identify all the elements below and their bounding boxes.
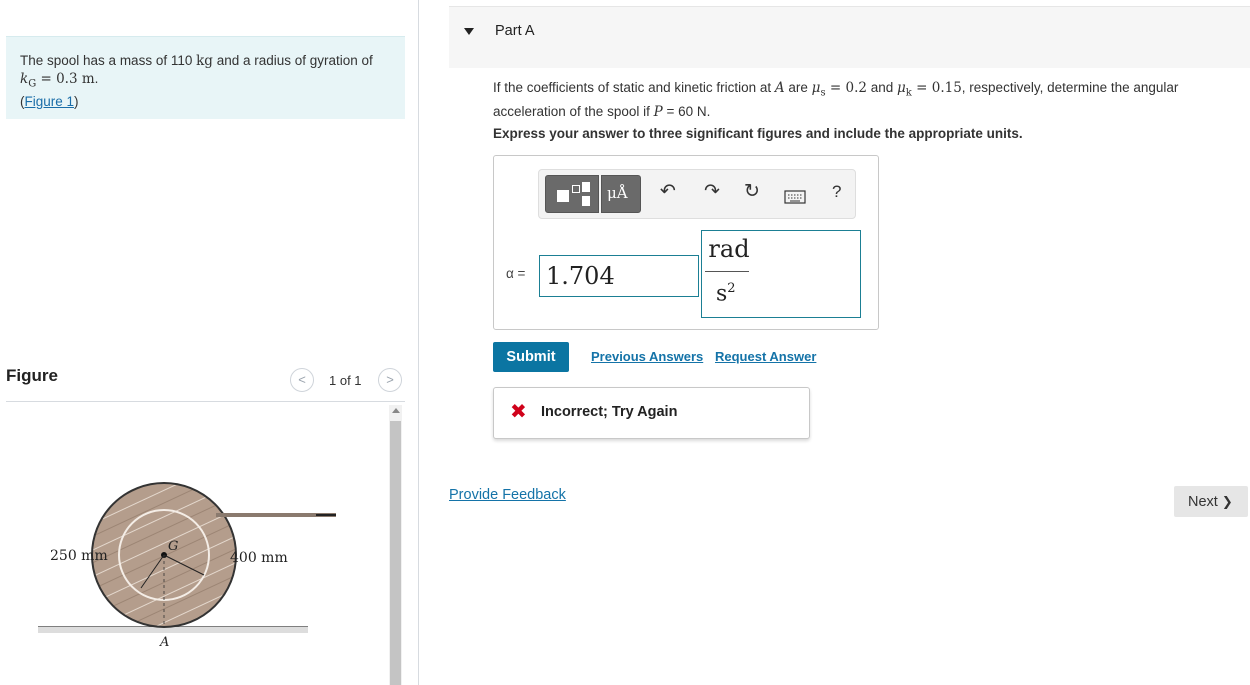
part-header[interactable]: Part A	[449, 6, 1250, 68]
ground-shade	[38, 627, 308, 633]
feedback-box: ✖ Incorrect; Try Again	[493, 387, 810, 439]
label-250mm: 250 mm	[50, 548, 108, 564]
value-input[interactable]: 1.704	[539, 255, 699, 297]
mass-unit: kg	[196, 53, 213, 69]
feedback-text: Incorrect; Try Again	[541, 404, 678, 420]
units-button[interactable]: μÅ	[601, 175, 641, 213]
incorrect-icon: ✖	[510, 401, 527, 423]
problem-text-middle: and a radius of gyration of	[212, 53, 373, 68]
scroll-up-arrow[interactable]	[392, 408, 400, 413]
unit-den-exp: 2	[727, 281, 736, 296]
mu-k-symbol: μ	[897, 80, 906, 96]
label-g: G	[168, 539, 178, 554]
next-button[interactable]: Next ❯	[1174, 486, 1248, 517]
figure-title: Figure	[6, 366, 58, 385]
q-text-2: are	[784, 80, 812, 95]
column-divider	[418, 0, 419, 685]
q-text-1: If the coefficients of static and kineti…	[493, 80, 775, 95]
unit-den-base: s	[716, 281, 728, 307]
mu-k-value: = 0.15	[911, 80, 962, 96]
templates-button[interactable]	[545, 175, 599, 213]
submit-button[interactable]: Submit	[493, 342, 569, 372]
fraction-bar	[705, 271, 749, 272]
redo-icon[interactable]: ↷	[704, 182, 720, 202]
units-button-label: μÅ	[607, 184, 628, 202]
units-input[interactable]: rad s2	[701, 230, 861, 318]
unit-denominator: s2	[716, 281, 736, 306]
reset-icon[interactable]: ↻	[744, 182, 760, 202]
chevron-right-icon: ❯	[1221, 494, 1233, 509]
p-value: = 60 N	[662, 103, 707, 119]
figure-link[interactable]: Figure 1	[25, 94, 75, 109]
kg-symbol: k	[20, 71, 29, 87]
problem-text: The spool has a mass of 110	[20, 53, 197, 68]
collapse-caret-icon[interactable]	[464, 28, 474, 35]
prev-figure-button[interactable]: <	[290, 368, 314, 392]
spool-figure: P G A 250 mm 400 mm	[38, 482, 336, 650]
provide-feedback-link[interactable]: Provide Feedback	[449, 487, 566, 503]
q-and: and	[866, 80, 897, 95]
label-a: A	[159, 635, 169, 650]
alpha-label: α =	[506, 266, 526, 281]
figure-scrollbar[interactable]	[389, 405, 402, 685]
unit-numerator: rad	[708, 235, 750, 263]
mu-s-value: = 0.2	[825, 80, 867, 96]
answer-box: μÅ ↶ ↷ ↻ ? α = 1.704 rad s2	[493, 155, 879, 330]
problem-statement: The spool has a mass of 110 kg and a rad…	[6, 36, 405, 119]
math-toolbar: μÅ ↶ ↷ ↻ ?	[538, 169, 856, 219]
next-label: Next	[1188, 494, 1218, 510]
kg-value: = 0.3 m	[36, 71, 95, 87]
undo-icon[interactable]: ↶	[660, 182, 676, 202]
part-title: Part A	[495, 23, 535, 39]
figure-header: Figure < 1 of 1 >	[6, 362, 405, 402]
q-end: .	[706, 103, 711, 119]
question-text: If the coefficients of static and kineti…	[493, 79, 1243, 121]
label-400mm: 400 mm	[230, 550, 288, 566]
p-symbol: P	[653, 103, 663, 120]
q-point-a: A	[774, 80, 785, 96]
instructions: Express your answer to three significant…	[493, 126, 1023, 141]
pager-text: 1 of 1	[329, 373, 362, 388]
kg-sub: G	[28, 78, 37, 90]
previous-answers-link[interactable]: Previous Answers	[591, 349, 703, 364]
period: .	[94, 71, 99, 86]
next-figure-button[interactable]: >	[378, 368, 402, 392]
request-answer-link[interactable]: Request Answer	[715, 349, 816, 364]
keyboard-icon[interactable]	[784, 190, 806, 204]
help-icon[interactable]: ?	[832, 182, 841, 202]
scroll-thumb[interactable]	[390, 421, 401, 685]
